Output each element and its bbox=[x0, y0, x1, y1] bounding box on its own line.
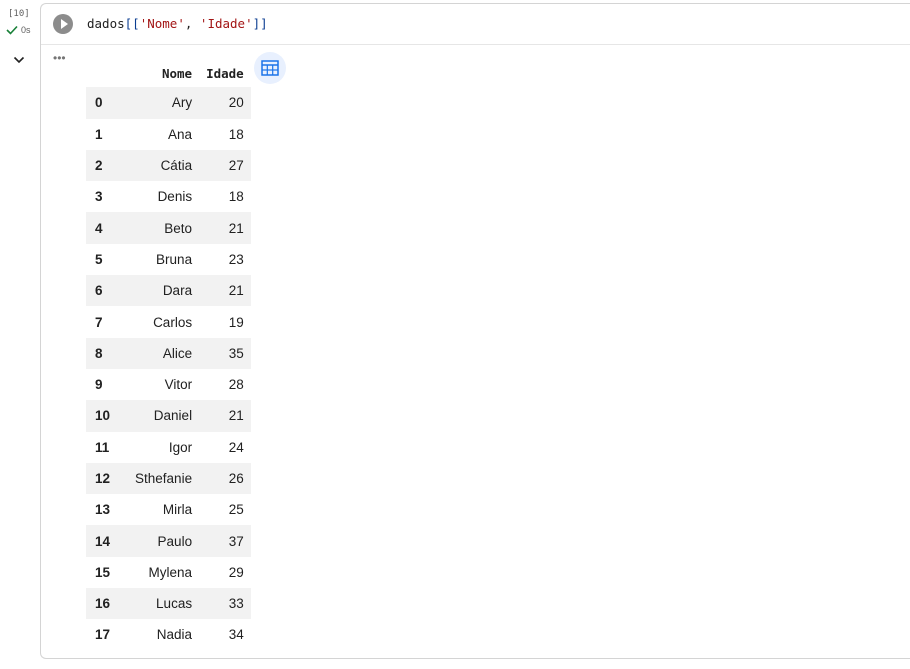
cell-nome: Paulo bbox=[157, 533, 193, 549]
index-header bbox=[86, 56, 128, 87]
table-row: 9 Vitor 28 bbox=[86, 369, 251, 400]
cell-nome: Igor bbox=[168, 439, 193, 455]
table-row: 11 Igor 24 bbox=[86, 432, 251, 463]
cell-idade: 29 bbox=[228, 564, 244, 580]
cell-nome: Ana bbox=[168, 126, 193, 142]
table-row: 7 Carlos 19 bbox=[86, 306, 251, 337]
cell-nome: Cátia bbox=[160, 158, 193, 174]
cell-nome: Mirla bbox=[162, 502, 193, 518]
code-string-idade: 'Idade' bbox=[199, 16, 253, 31]
run-cell-button[interactable] bbox=[53, 14, 73, 34]
cell-nome: Alice bbox=[162, 345, 193, 361]
cell-idade: 21 bbox=[228, 408, 244, 424]
cell-idade: 21 bbox=[228, 283, 244, 299]
row-index: 15 bbox=[95, 564, 111, 580]
cell-nome: Carlos bbox=[153, 314, 193, 330]
code-separator: , bbox=[184, 16, 200, 31]
cell-idade: 37 bbox=[228, 533, 244, 549]
table-row: 17 Nadia 34 bbox=[86, 619, 251, 650]
cell-idade: 27 bbox=[228, 158, 244, 174]
table-row: 12 Sthefanie 26 bbox=[86, 462, 251, 495]
cell-gutter: [10] 0s bbox=[0, 0, 40, 669]
execution-time: 0s bbox=[21, 25, 31, 35]
cell-nome: Ary bbox=[171, 95, 193, 111]
dataframe-table: Nome Idade 0 Ary 20 1 Ana 18 2 Cátia 27 3 Denis 18 4… bbox=[86, 56, 251, 651]
table-row: 0 Ary 20 bbox=[86, 87, 251, 119]
row-index: 4 bbox=[95, 220, 103, 236]
table-row: 10 Daniel 21 bbox=[86, 400, 251, 432]
cell-nome: Vitor bbox=[164, 377, 193, 393]
table-row: 6 Dara 21 bbox=[86, 275, 251, 307]
code-string-nome: 'Nome' bbox=[139, 16, 185, 31]
collapse-output-button[interactable] bbox=[11, 52, 27, 68]
execution-count: [10] bbox=[8, 9, 30, 19]
convert-to-interactive-table-button[interactable] bbox=[254, 52, 286, 84]
row-index: 16 bbox=[95, 596, 111, 612]
row-index: 11 bbox=[95, 439, 110, 455]
row-index: 3 bbox=[95, 189, 103, 205]
cell-nome: Beto bbox=[164, 220, 193, 236]
table-row: 2 Cátia 27 bbox=[86, 149, 251, 182]
cell-nome: Bruna bbox=[156, 251, 193, 267]
output-menu-button[interactable]: ••• bbox=[53, 51, 69, 65]
cell-idade: 25 bbox=[228, 502, 244, 518]
row-index: 7 bbox=[95, 314, 103, 330]
cell-nome: Sthefanie bbox=[135, 471, 193, 486]
code-text[interactable]: dados[['Nome', 'Idade']] bbox=[87, 16, 268, 31]
cell-idade: 18 bbox=[228, 126, 244, 142]
table-row: 8 Alice 35 bbox=[86, 337, 251, 369]
cell-idade: 18 bbox=[228, 189, 244, 205]
row-index: 17 bbox=[95, 627, 111, 643]
table-row: 4 Beto 21 bbox=[86, 212, 251, 244]
table-row: 5 Bruna 23 bbox=[86, 244, 251, 275]
row-index: 6 bbox=[95, 283, 103, 299]
code-variable: dados bbox=[87, 16, 125, 31]
cell-idade: 28 bbox=[228, 377, 244, 393]
row-index: 9 bbox=[95, 377, 103, 393]
row-index: 1 bbox=[95, 126, 103, 142]
column-header-idade: Idade bbox=[206, 65, 244, 81]
cell-nome: Daniel bbox=[153, 408, 193, 424]
code-bracket-open: [[ bbox=[124, 16, 140, 31]
cell-idade: 35 bbox=[228, 345, 244, 361]
cell-idade: 23 bbox=[228, 251, 244, 267]
cell-idade: 24 bbox=[228, 439, 244, 455]
row-index: 10 bbox=[95, 408, 111, 424]
checkmark-icon bbox=[6, 25, 18, 35]
table-header-row: Nome Idade bbox=[86, 56, 251, 87]
cell-nome: Nadia bbox=[156, 627, 193, 643]
row-index: 0 bbox=[95, 95, 103, 111]
more-horizontal-icon: ••• bbox=[53, 51, 66, 65]
row-index: 13 bbox=[95, 502, 111, 518]
cell-nome: Lucas bbox=[156, 596, 193, 612]
cell-nome: Denis bbox=[157, 189, 193, 205]
table-row: 13 Mirla 25 bbox=[86, 494, 251, 525]
cell-idade: 34 bbox=[228, 627, 244, 643]
cell-idade: 21 bbox=[228, 220, 244, 236]
cell-idade: 33 bbox=[228, 596, 244, 612]
cell-idade: 26 bbox=[228, 471, 244, 486]
cell-idade: 19 bbox=[228, 314, 244, 330]
row-index: 2 bbox=[95, 158, 103, 174]
chevron-down-icon bbox=[13, 56, 25, 64]
row-index: 8 bbox=[95, 345, 103, 361]
table-row: 16 Lucas 33 bbox=[86, 588, 251, 620]
table-body: 0 Ary 20 1 Ana 18 2 Cátia 27 3 Denis 18 4 Beto 21 5 Brun… bbox=[86, 87, 251, 650]
code-editor[interactable]: dados[['Nome', 'Idade']] bbox=[41, 4, 910, 45]
row-index: 14 bbox=[95, 533, 111, 549]
row-index: 5 bbox=[95, 251, 103, 267]
table-row: 1 Ana 18 bbox=[86, 119, 251, 150]
row-index: 12 bbox=[95, 471, 111, 486]
table-row: 15 Mylena 29 bbox=[86, 557, 251, 588]
cell-idade: 20 bbox=[228, 95, 244, 111]
cell-nome: Mylena bbox=[148, 564, 193, 580]
table-row: 14 Paulo 37 bbox=[86, 525, 251, 557]
code-cell[interactable]: dados[['Nome', 'Idade']] ••• Nome Idade … bbox=[40, 3, 910, 659]
table-row: 3 Denis 18 bbox=[86, 181, 251, 212]
code-bracket-close: ]] bbox=[252, 16, 268, 31]
table-icon bbox=[261, 60, 279, 76]
cell-nome: Dara bbox=[162, 283, 193, 299]
column-header-nome: Nome bbox=[161, 65, 193, 81]
execution-status: 0s bbox=[6, 25, 31, 35]
